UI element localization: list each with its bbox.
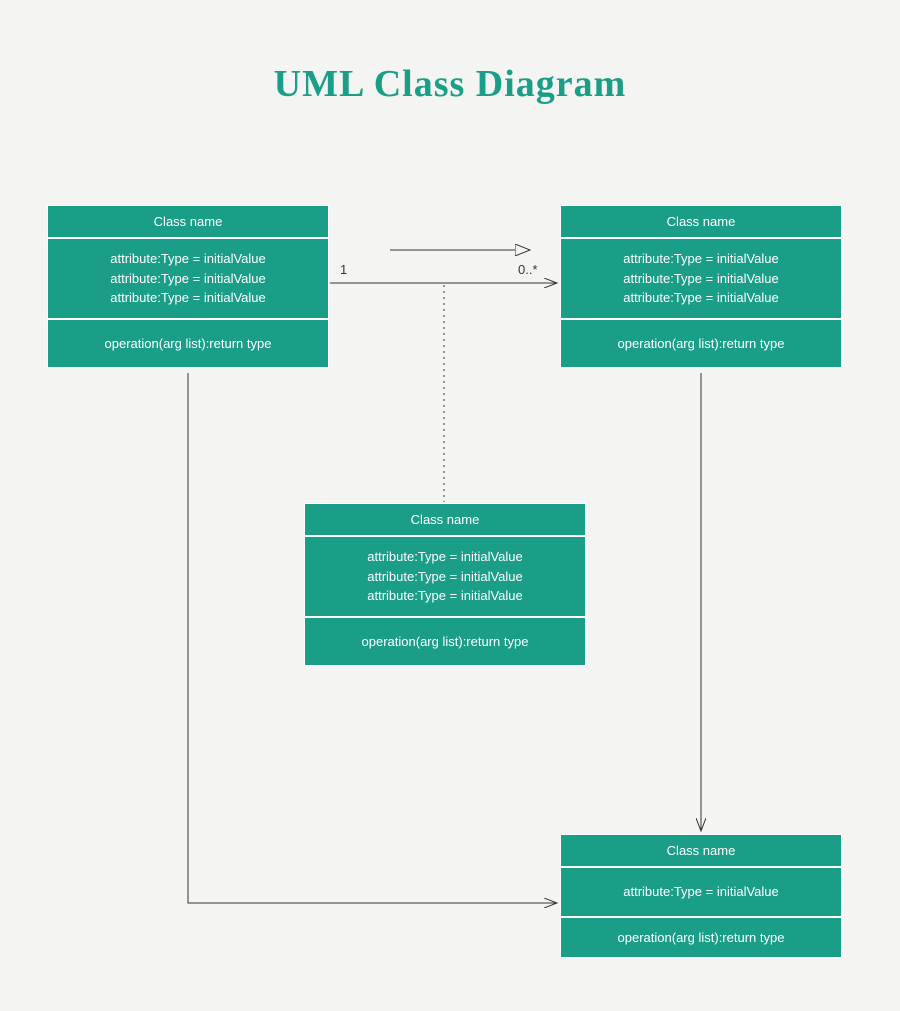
class-attribute: attribute:Type = initialValue	[313, 586, 577, 606]
class-operation: operation(arg list):return type	[569, 930, 833, 945]
class-operations: operation(arg list):return type	[560, 319, 842, 368]
class-operations: operation(arg list):return type	[560, 917, 842, 958]
class-attributes: attribute:Type = initialValue attribute:…	[560, 238, 842, 319]
class-name: Class name	[304, 503, 586, 536]
class-attributes: attribute:Type = initialValue attribute:…	[304, 536, 586, 617]
class-box-4: Class name attribute:Type = initialValue…	[560, 834, 842, 958]
class-operation: operation(arg list):return type	[569, 336, 833, 351]
class-name: Class name	[560, 834, 842, 867]
class-box-3: Class name attribute:Type = initialValue…	[304, 503, 586, 666]
class-attribute: attribute:Type = initialValue	[569, 269, 833, 289]
class-attribute: attribute:Type = initialValue	[56, 288, 320, 308]
class-attribute: attribute:Type = initialValue	[569, 249, 833, 269]
multiplicity-target: 0..*	[518, 262, 538, 277]
class-attributes: attribute:Type = initialValue	[560, 867, 842, 917]
class-operation: operation(arg list):return type	[313, 634, 577, 649]
class-name: Class name	[560, 205, 842, 238]
multiplicity-source: 1	[340, 262, 347, 277]
class-operation: operation(arg list):return type	[56, 336, 320, 351]
class-box-1: Class name attribute:Type = initialValue…	[47, 205, 329, 368]
class-attribute: attribute:Type = initialValue	[313, 547, 577, 567]
class-operations: operation(arg list):return type	[47, 319, 329, 368]
class-attributes: attribute:Type = initialValue attribute:…	[47, 238, 329, 319]
class-operations: operation(arg list):return type	[304, 617, 586, 666]
class-attribute: attribute:Type = initialValue	[56, 269, 320, 289]
class-attribute: attribute:Type = initialValue	[56, 249, 320, 269]
diagram-title: UML Class Diagram	[274, 62, 627, 106]
class-name: Class name	[47, 205, 329, 238]
class-box-2: Class name attribute:Type = initialValue…	[560, 205, 842, 368]
class-attribute: attribute:Type = initialValue	[569, 288, 833, 308]
class-attribute: attribute:Type = initialValue	[313, 567, 577, 587]
class-attribute: attribute:Type = initialValue	[569, 882, 833, 902]
